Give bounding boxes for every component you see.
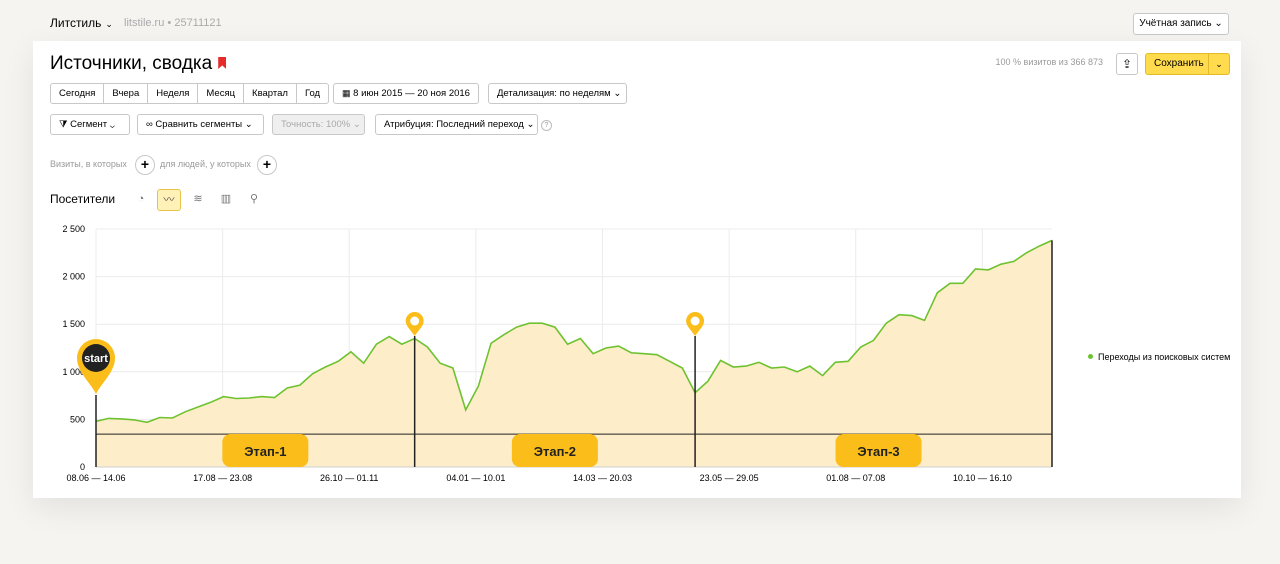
series-area <box>96 240 1052 467</box>
x-tick-label: 10.10 — 16.10 <box>953 473 1012 483</box>
x-tick-label: 04.01 — 10.01 <box>446 473 505 483</box>
start-label: start <box>84 353 108 365</box>
y-tick-label: 2 500 <box>62 224 85 234</box>
y-tick-label: 0 <box>80 462 85 472</box>
y-tick-label: 1 500 <box>62 319 85 329</box>
map-pin-center <box>410 316 420 326</box>
map-pin-center <box>690 316 700 326</box>
y-tick-label: 2 000 <box>62 272 85 282</box>
x-tick-label: 08.06 — 14.06 <box>66 473 125 483</box>
x-tick-label: 26.10 — 01.11 <box>320 473 378 483</box>
x-tick-label: 23.05 — 29.05 <box>700 473 759 483</box>
stage-label: Этап-1 <box>244 444 286 459</box>
x-tick-label: 14.03 — 20.03 <box>573 473 632 483</box>
x-tick-label: 17.08 — 23.08 <box>193 473 252 483</box>
stage-label: Этап-3 <box>857 444 899 459</box>
y-tick-label: 500 <box>70 414 85 424</box>
x-tick-label: 01.08 — 07.08 <box>826 473 885 483</box>
stage-label: Этап-2 <box>534 444 576 459</box>
visitors-chart: 05001 0001 5002 0002 50008.06 — 14.06 17.… <box>62 224 1053 483</box>
